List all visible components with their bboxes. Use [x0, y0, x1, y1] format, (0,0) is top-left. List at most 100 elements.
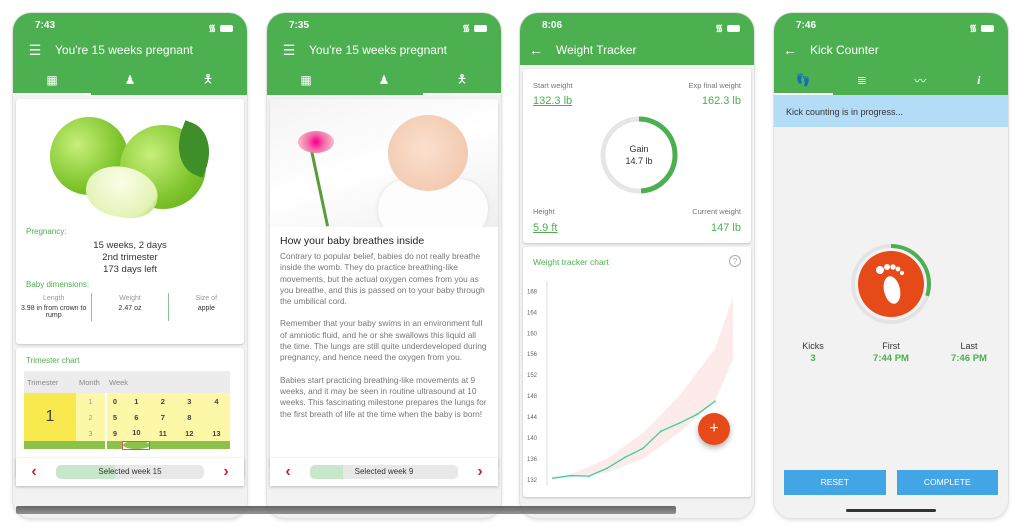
height-label: Height	[533, 207, 555, 216]
tab-counter[interactable]: 👣	[774, 65, 833, 95]
wifi-battery-icon: ᯾	[969, 21, 994, 34]
y-tick-label: 152	[527, 373, 538, 379]
scrollbar[interactable]	[16, 506, 676, 514]
list-icon: ≣	[856, 73, 867, 87]
phone-weight-tracker: 8:06 ᯾ ← Weight Tracker Start weight 132.3…	[520, 13, 754, 518]
app-bar: 7:46 ᯾ ← Kick Counter 👣 ≣ 〰 i	[774, 13, 1008, 95]
weight-point	[714, 400, 716, 403]
weight-point	[606, 467, 608, 470]
pregnancy-card: Pregnancy: 15 weeks, 2 days 2nd trimeste…	[16, 99, 244, 344]
tab-mother[interactable]: ♟	[91, 65, 169, 95]
start-weight-value[interactable]: 132.3 lb	[533, 95, 572, 107]
prev-week-button[interactable]: ‹	[278, 463, 298, 481]
current-weight-label: Current weight	[692, 207, 741, 216]
tab-dashboard[interactable]: ▦	[267, 65, 345, 95]
pregnancy-summary: 15 weeks, 2 days 2nd trimester 173 days …	[93, 240, 167, 275]
tab-dashboard[interactable]: ▦	[13, 65, 91, 95]
dashboard-icon: ▦	[300, 73, 312, 87]
help-icon[interactable]: ?	[729, 255, 741, 267]
article-paragraph: Contrary to popular belief, babies do no…	[280, 251, 485, 307]
info-icon: i	[977, 72, 981, 87]
pregnancy-label: Pregnancy:	[26, 227, 67, 236]
reset-button[interactable]: RESET	[784, 470, 886, 495]
y-tick-label: 156	[527, 352, 538, 358]
pregnant-woman-icon: ♟	[378, 73, 390, 87]
weight-point	[624, 456, 626, 459]
screen-title: Weight Tracker	[556, 43, 637, 57]
current-weight-value: 147 lb	[711, 222, 741, 234]
apple-image	[16, 99, 244, 224]
y-tick-label: 140	[527, 436, 538, 442]
article-paragraph: Remember that your baby swims in an envi…	[280, 318, 487, 363]
weight-point	[570, 474, 572, 477]
recommended-range-band	[571, 296, 733, 478]
baby-icon: 🯅	[456, 71, 468, 86]
status-time: 7:43	[35, 20, 56, 31]
y-tick-label: 168	[527, 289, 538, 295]
menu-icon[interactable]: ☰	[277, 42, 301, 59]
article-title: How your baby breathes inside	[280, 235, 425, 247]
back-arrow-icon[interactable]: ←	[778, 42, 802, 58]
y-tick-label: 136	[527, 457, 538, 463]
week-progress[interactable]: Selected week 9	[310, 465, 458, 479]
tab-baby[interactable]: 🯅	[423, 65, 501, 95]
kick-stats: Kicks 3 First 7:44 PM Last 7:46 PM	[774, 341, 1008, 364]
tab-info[interactable]: i	[950, 65, 1009, 95]
trimester-table: Trimester Month Week 1101234 25678 3 9 10 11 1…	[24, 371, 230, 450]
wifi-battery-icon: ᯾	[715, 21, 740, 34]
status-time: 8:06	[542, 20, 563, 31]
baby-dimensions: Length 3.98 in from crown to rump Weight 2…	[16, 289, 244, 329]
dim-length: Length 3.98 in from crown to rump	[16, 293, 93, 321]
weight-point	[642, 447, 644, 450]
app-bar: 7:35 ᯾ ☰ You're 15 weeks pregnant ▦ ♟ 🯅	[267, 13, 501, 95]
stat-kicks: Kicks 3	[802, 341, 824, 364]
weight-chart-card: Weight tracker chart ? 132 136 140 144 148 15…	[523, 247, 751, 497]
back-arrow-icon[interactable]: ←	[524, 42, 548, 58]
complete-button[interactable]: COMPLETE	[896, 470, 998, 495]
foot-icon: 👣	[795, 73, 811, 87]
baby-icon: 🯅	[202, 71, 214, 86]
y-tick-label: 160	[527, 331, 538, 337]
weight-chart: 132 136 140 144 148 152 156 160 164 168	[527, 281, 733, 485]
y-tick-label: 132	[527, 478, 538, 484]
baby-dimensions-label: Baby dimensions:	[26, 280, 90, 289]
tab-chart[interactable]: 〰	[891, 65, 950, 95]
y-tick-label: 164	[527, 310, 538, 316]
weight-point	[552, 477, 554, 480]
prev-week-button[interactable]: ‹	[24, 463, 44, 481]
final-weight-label: Exp final weight	[688, 81, 741, 90]
chart-title: Weight tracker chart	[533, 257, 609, 267]
height-value[interactable]: 5.9 ft	[533, 222, 557, 234]
next-week-button[interactable]: ›	[470, 463, 490, 481]
menu-icon[interactable]: ☰	[23, 42, 47, 59]
final-weight-value: 162.3 lb	[701, 95, 741, 107]
app-bar: 7:43 ᯾ ☰ You're 15 weeks pregnant ▦ ♟ 🯅	[13, 13, 247, 95]
weight-summary-card: Start weight 132.3 lb Exp final weight 1…	[523, 69, 751, 243]
tab-mother[interactable]: ♟	[345, 65, 423, 95]
tab-history[interactable]: ≣	[833, 65, 892, 95]
add-weight-button[interactable]: +	[698, 413, 730, 445]
dim-weight: Weight 2.47 oz	[92, 293, 169, 321]
next-week-button[interactable]: ›	[216, 463, 236, 481]
status-time: 7:46	[796, 20, 817, 31]
screen-title: You're 15 weeks pregnant	[309, 43, 447, 57]
kick-button[interactable]	[850, 243, 932, 325]
status-banner: Kick counting is in progress...	[774, 95, 1008, 127]
trend-icon: 〰	[914, 73, 927, 88]
tab-baby[interactable]: 🯅	[169, 65, 247, 95]
weight-point	[660, 430, 662, 433]
week-selector: ‹ Selected week 9 ›	[270, 458, 498, 486]
week-selector: ‹ Selected week 15 ›	[16, 458, 244, 486]
phone-kick-counter: 7:46 ᯾ ← Kick Counter 👣 ≣ 〰 i Kick countin…	[774, 13, 1008, 518]
pregnant-woman-icon: ♟	[124, 73, 136, 87]
article-paragraph: Babies start practicing breathing-like m…	[280, 374, 487, 419]
status-time: 7:35	[289, 20, 310, 31]
week-progress[interactable]: Selected week 15	[56, 465, 204, 479]
weight-point	[588, 475, 590, 478]
screen-title: Kick Counter	[810, 43, 879, 57]
y-tick-label: 148	[527, 394, 538, 400]
stat-last: Last 7:46 PM	[951, 341, 987, 364]
gain-readout: Gain 14.7 lb	[625, 144, 653, 166]
screen-title: You're 15 weeks pregnant	[55, 43, 193, 57]
baby-image	[270, 99, 498, 227]
